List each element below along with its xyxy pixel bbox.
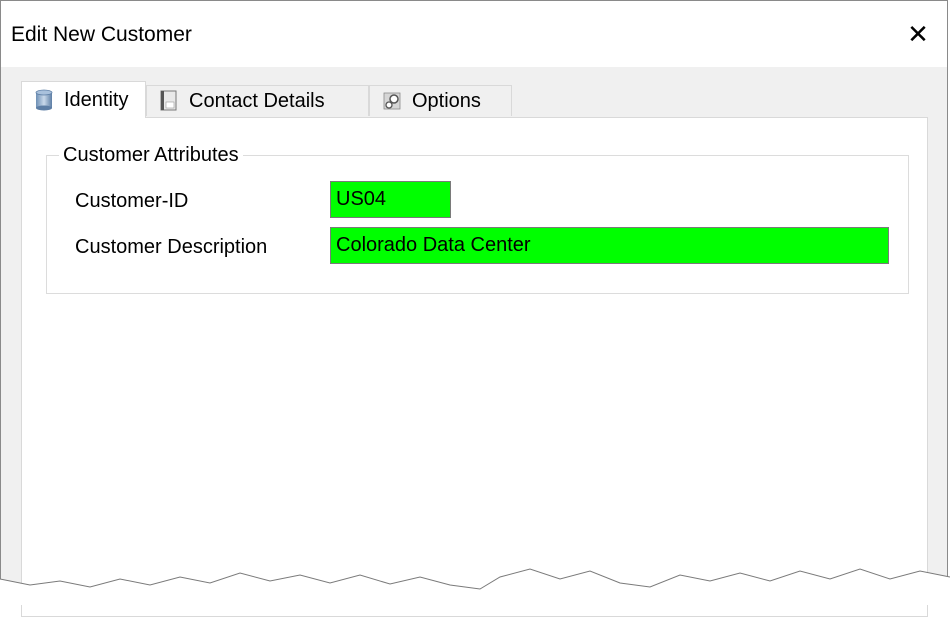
tab-contact-details[interactable]: Contact Details bbox=[146, 85, 369, 116]
customer-id-label: Customer-ID bbox=[75, 190, 189, 212]
close-icon: ✕ bbox=[907, 18, 929, 49]
torn-edge bbox=[0, 568, 950, 605]
tab-identity[interactable]: Identity bbox=[21, 81, 146, 118]
database-icon bbox=[34, 89, 54, 111]
edit-customer-dialog: Edit New Customer ✕ Identity Contact Det… bbox=[0, 0, 948, 617]
group-title: Customer Attributes bbox=[59, 144, 243, 167]
customer-description-label: Customer Description bbox=[75, 236, 268, 258]
tab-contact-details-label: Contact Details bbox=[189, 89, 325, 112]
customer-attributes-group: Customer Attributes Customer-ID US04 Cus… bbox=[46, 144, 909, 294]
gear-icon bbox=[382, 90, 402, 112]
customer-description-field[interactable]: Colorado Data Center bbox=[330, 227, 889, 264]
address-book-icon bbox=[159, 90, 179, 112]
identity-tab-panel: Customer Attributes Customer-ID US04 Cus… bbox=[21, 117, 928, 617]
window-title: Edit New Customer bbox=[11, 23, 192, 46]
tab-options[interactable]: Options bbox=[369, 85, 512, 116]
title-bar[interactable]: Edit New Customer ✕ bbox=[1, 1, 947, 67]
close-button[interactable]: ✕ bbox=[901, 17, 935, 51]
dialog-client-area: Identity Contact Details Options Custome… bbox=[1, 67, 947, 617]
tab-options-label: Options bbox=[412, 89, 481, 112]
customer-id-field[interactable]: US04 bbox=[330, 181, 451, 218]
tab-identity-label: Identity bbox=[64, 88, 129, 111]
